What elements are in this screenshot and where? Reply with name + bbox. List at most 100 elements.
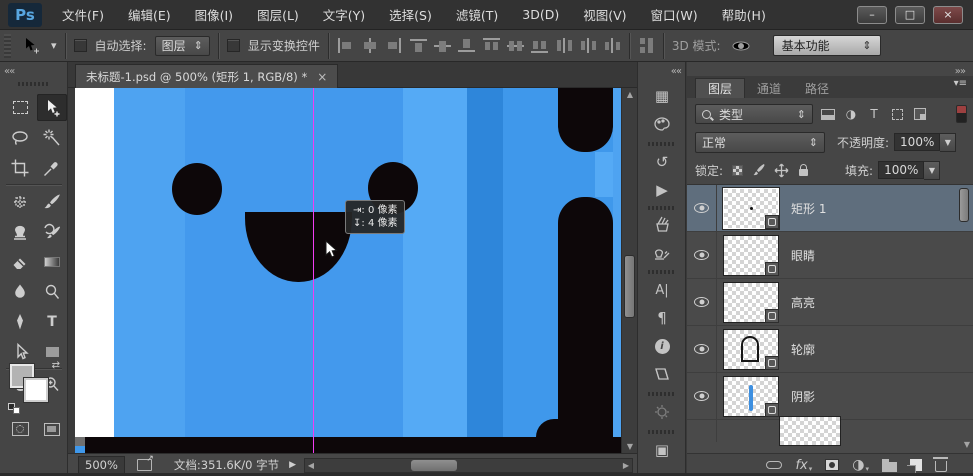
filter-pixel-layers-icon[interactable]: [820, 106, 836, 122]
align-vertical-centers-icon[interactable]: [434, 38, 451, 53]
fill-dropdown-icon[interactable]: ▼: [924, 161, 940, 180]
visibility-toggle[interactable]: [687, 420, 717, 442]
tab-layers[interactable]: 图层: [695, 78, 745, 98]
swap-colors-icon[interactable]: ⇄: [52, 360, 60, 371]
distribute-spacing-icon[interactable]: [638, 38, 655, 53]
distribute-vertical-centers-icon[interactable]: [507, 38, 524, 53]
layer-row-highlight[interactable]: 高亮: [687, 279, 973, 326]
menu-3d[interactable]: 3D(D): [510, 0, 571, 30]
lasso-tool[interactable]: [5, 124, 35, 151]
blur-tool[interactable]: [5, 278, 35, 305]
menu-edit[interactable]: 编辑(E): [116, 0, 183, 30]
add-layer-mask-icon[interactable]: [825, 459, 839, 471]
layer-name[interactable]: 轮廓: [791, 341, 815, 358]
new-group-icon[interactable]: [882, 459, 897, 472]
layer-row-rectangle-1[interactable]: 矩形 1: [687, 185, 973, 232]
styles-panel-icon[interactable]: [647, 362, 677, 386]
color-panel-icon[interactable]: [647, 112, 677, 136]
visibility-toggle[interactable]: [687, 185, 717, 231]
share-icon[interactable]: [137, 459, 152, 471]
lock-position-icon[interactable]: [773, 162, 789, 178]
panel-menu-icon[interactable]: ▾≡: [954, 78, 967, 89]
distribute-left-edges-icon[interactable]: [556, 38, 573, 53]
layer-thumbnail[interactable]: [779, 416, 841, 446]
clone-source-panel-icon[interactable]: [647, 242, 677, 266]
scroll-down-icon[interactable]: ▼: [622, 440, 638, 453]
layer-row-partial[interactable]: [687, 420, 973, 442]
lock-pixels-icon[interactable]: [751, 162, 767, 178]
lock-transparency-icon[interactable]: [729, 162, 745, 178]
paragraph-panel-icon[interactable]: ¶: [647, 306, 677, 330]
background-color-swatch[interactable]: [24, 378, 48, 402]
menu-select[interactable]: 选择(S): [377, 0, 444, 30]
pen-tool[interactable]: [5, 308, 35, 335]
layer-thumbnail[interactable]: [723, 282, 779, 323]
align-top-edges-icon[interactable]: [410, 38, 427, 53]
visibility-toggle[interactable]: [687, 279, 717, 325]
screen-mode-button[interactable]: [37, 418, 67, 440]
layer-thumbnail[interactable]: [723, 329, 779, 370]
menu-type[interactable]: 文字(Y): [311, 0, 377, 30]
move-tool-preset-icon[interactable]: [19, 34, 43, 58]
3d-panel-icon[interactable]: [647, 400, 677, 424]
link-layers-icon[interactable]: [766, 461, 782, 469]
type-tool[interactable]: T: [37, 308, 67, 335]
history-panel-icon[interactable]: ↺: [647, 150, 677, 174]
document-tab[interactable]: 未标题-1.psd @ 500% (矩形 1, RGB/8) * ×: [75, 64, 338, 88]
opacity-value[interactable]: 100%: [894, 133, 940, 151]
layer-list-scrollbar[interactable]: [958, 186, 971, 451]
new-layer-icon[interactable]: [910, 459, 922, 471]
info-panel-icon[interactable]: i: [647, 334, 677, 358]
workspace-switcher[interactable]: 基本功能 ⇕: [773, 35, 881, 56]
auto-select-target-dropdown[interactable]: 图层 ⇕: [155, 36, 210, 56]
history-brush-tool[interactable]: [37, 218, 67, 245]
scroll-left-icon[interactable]: ◀: [305, 459, 317, 472]
layer-name[interactable]: 矩形 1: [791, 200, 826, 217]
menu-help[interactable]: 帮助(H): [710, 0, 778, 30]
maximize-button[interactable]: □: [895, 6, 925, 24]
quick-mask-button[interactable]: [5, 418, 35, 440]
layer-row-shadow[interactable]: 阴影: [687, 373, 973, 420]
gradient-tool[interactable]: [37, 248, 67, 275]
layer-style-fx-icon[interactable]: fx▾: [795, 457, 812, 473]
character-panel-icon[interactable]: A|: [647, 278, 677, 302]
brush-tool[interactable]: [37, 188, 67, 215]
fill-value[interactable]: 100%: [878, 161, 924, 179]
distribute-right-edges-icon[interactable]: [604, 38, 621, 53]
horizontal-scrollbar[interactable]: ◀ ▶: [304, 458, 633, 473]
blend-mode-dropdown[interactable]: 正常 ⇕: [695, 132, 825, 153]
menu-file[interactable]: 文件(F): [50, 0, 116, 30]
filter-toggle-switch[interactable]: [956, 105, 967, 123]
default-colors-icon[interactable]: [8, 403, 20, 414]
zoom-level-field[interactable]: 500%: [78, 456, 125, 474]
visibility-toggle[interactable]: [687, 232, 717, 278]
layer-thumbnail[interactable]: [723, 188, 779, 229]
crop-tool[interactable]: [5, 154, 35, 181]
lock-all-icon[interactable]: [795, 162, 811, 178]
visibility-toggle[interactable]: [687, 326, 717, 372]
align-right-edges-icon[interactable]: [385, 38, 402, 53]
scroll-right-icon[interactable]: ▶: [620, 459, 632, 472]
layer-list-scroll-down-icon[interactable]: ▼: [964, 440, 970, 449]
layer-thumbnail[interactable]: [723, 376, 779, 417]
magic-wand-tool[interactable]: [37, 124, 67, 151]
filter-adjustment-layers-icon[interactable]: ◑: [843, 106, 859, 122]
filter-shape-layers-icon[interactable]: [889, 106, 905, 122]
eraser-tool[interactable]: [5, 248, 35, 275]
healing-patch-tool[interactable]: [5, 188, 35, 215]
delete-layer-icon[interactable]: [935, 458, 947, 472]
collapse-tools-icon[interactable]: ««: [4, 66, 14, 77]
filter-type-layers-icon[interactable]: T: [866, 106, 882, 122]
layer-name[interactable]: 眼睛: [791, 247, 815, 264]
visibility-toggle[interactable]: [687, 373, 717, 419]
3d-rotate-icon[interactable]: [729, 34, 753, 58]
layer-thumbnail[interactable]: [723, 235, 779, 276]
horizontal-scrollbar-thumb[interactable]: [411, 460, 457, 471]
status-menu-arrow-icon[interactable]: ▶: [289, 460, 296, 470]
layer-row-outline[interactable]: 轮廓: [687, 326, 973, 373]
properties-panel-icon[interactable]: ▣: [647, 438, 677, 462]
minimize-button[interactable]: –: [857, 6, 887, 24]
path-selection-tool[interactable]: [5, 338, 35, 365]
filter-smart-objects-icon[interactable]: [912, 106, 928, 122]
layer-name[interactable]: 高亮: [791, 294, 815, 311]
